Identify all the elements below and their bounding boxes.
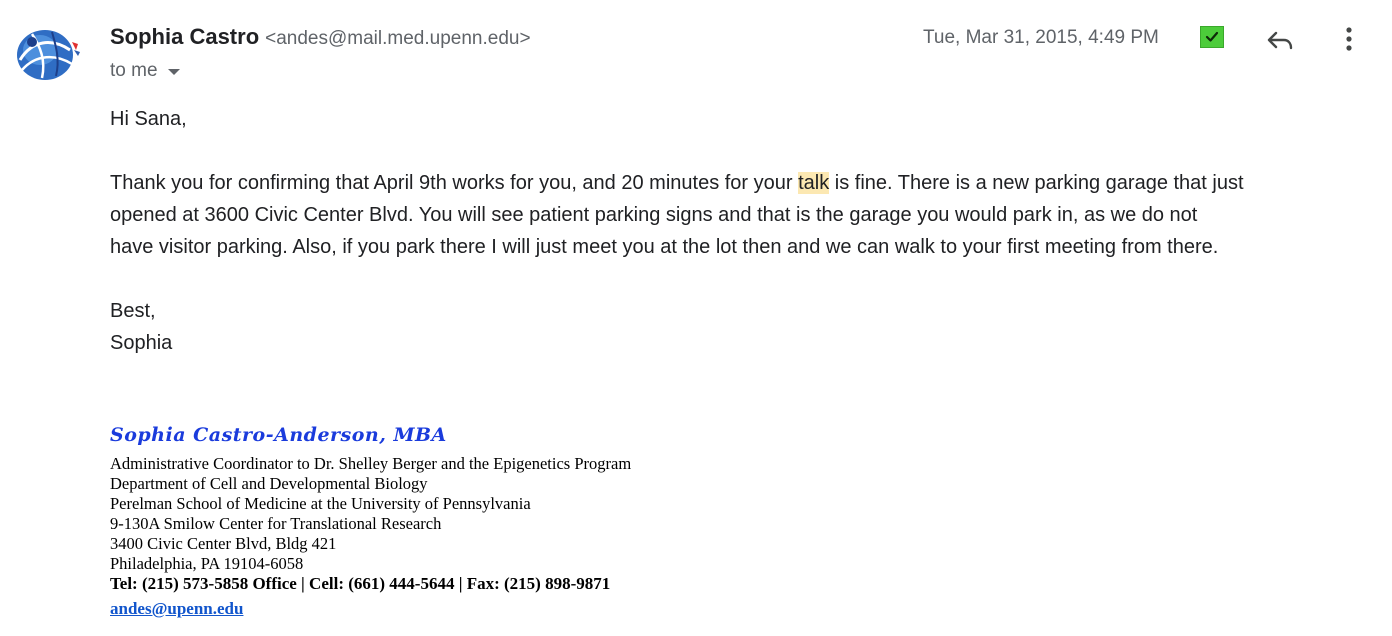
- message-date: Tue, Mar 31, 2015, 4:49 PM: [923, 27, 1159, 48]
- sender-name[interactable]: Sophia Castro: [110, 24, 259, 50]
- signature-line: 3400 Civic Center Blvd, Bldg 421: [110, 534, 337, 553]
- sender-email[interactable]: <andes@mail.med.upenn.edu>: [265, 28, 530, 50]
- signature-block: Administrative Coordinator to Dr. Shelle…: [110, 454, 631, 594]
- recipient-label: to me: [110, 60, 158, 81]
- reply-button[interactable]: [1264, 24, 1296, 56]
- signature-line: Administrative Coordinator to Dr. Shelle…: [110, 454, 632, 473]
- closing-text: Best,: [110, 300, 156, 322]
- signature-line: Department of Cell and Developmental Bio…: [110, 474, 428, 493]
- signature-phones: Tel: (215) 573-5858 Office | Cell: (661)…: [110, 574, 611, 593]
- signature-email-link[interactable]: andes@upenn.edu: [110, 599, 243, 619]
- caret-down-icon: [167, 69, 180, 75]
- message-closing: Best, Sophia: [110, 295, 172, 359]
- paragraph-line-2: opened at 3600 Civic Center Blvd. You wi…: [110, 204, 1198, 226]
- recipient-dropdown[interactable]: to me: [110, 60, 180, 82]
- highlighted-search-term: talk: [798, 172, 830, 194]
- signature-line: Perelman School of Medicine at the Unive…: [110, 494, 531, 513]
- signature-line: 9-130A Smilow Center for Translational R…: [110, 514, 442, 533]
- green-checkmark-icon: [1205, 31, 1219, 42]
- more-options-button[interactable]: [1336, 24, 1362, 54]
- sender-header: Sophia Castro <andes@mail.med.upenn.edu>: [110, 24, 531, 54]
- signoff-text: Sophia: [110, 332, 173, 354]
- greeting-text: Hi Sana,: [110, 108, 187, 130]
- paragraph-line-1: Thank you for confirming that April 9th …: [110, 167, 1380, 199]
- check-button[interactable]: [1200, 26, 1224, 48]
- paragraph-line-1-start: Thank you for confirming that April 9th …: [110, 172, 799, 194]
- message-paragraph: Thank you for confirming that April 9th …: [110, 167, 1380, 263]
- more-vertical-icon: [1346, 27, 1352, 51]
- paragraph-line-3: have visitor parking. Also, if you park …: [110, 236, 1219, 258]
- sender-logo-avatar-icon: [17, 30, 80, 80]
- reply-arrow-icon: [1267, 31, 1293, 50]
- signature-line: Philadelphia, PA 19104-6058: [110, 554, 304, 573]
- signature-name: Sophia Castro-Anderson, MBA: [110, 424, 447, 446]
- paragraph-line-1-end: is fine. There is a new parking garage t…: [829, 172, 1244, 194]
- sender-avatar[interactable]: [12, 20, 82, 86]
